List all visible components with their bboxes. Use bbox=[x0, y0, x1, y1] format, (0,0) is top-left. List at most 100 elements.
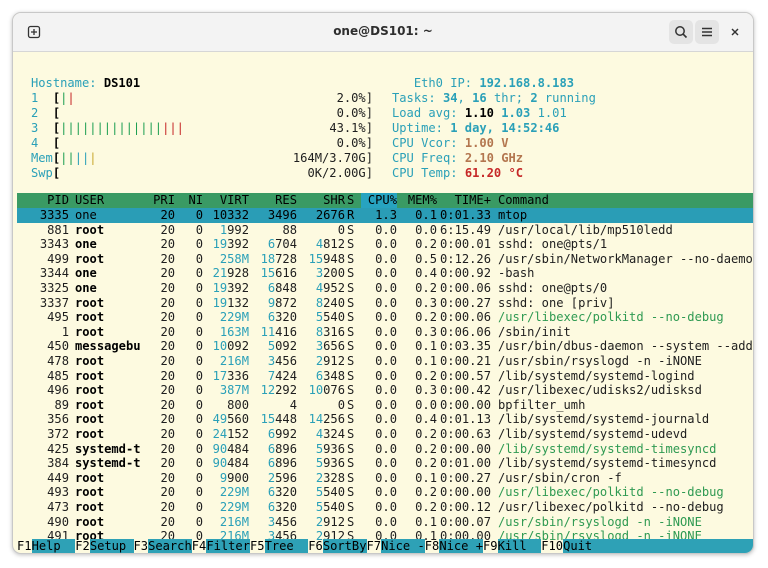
cell-state: S bbox=[347, 485, 355, 500]
cell-user: root bbox=[75, 295, 105, 310]
cell-state: S bbox=[347, 339, 355, 354]
process-row[interactable]: 450 messagebu 20 0 10092 5092 3656 S 0.0 0.1 0:03.… bbox=[17, 339, 753, 354]
column-header-pid: PID bbox=[47, 193, 69, 207]
process-row[interactable]: 490 root 20 0 216M 3456 2912 S 0.0 0.1 0:00.07/usr… bbox=[17, 515, 753, 530]
fkey-f3[interactable]: F3Search bbox=[134, 539, 192, 553]
menu-button[interactable] bbox=[695, 20, 719, 44]
cell-cpu: 0.0 bbox=[375, 295, 397, 310]
cell-ni: 0 bbox=[195, 500, 203, 514]
process-row[interactable]: 3325 one 20 0 19392 6848 4952 S 0.0 0.2 0:00.06 ssh… bbox=[17, 281, 753, 296]
cell-pid: 485 bbox=[47, 368, 69, 383]
cell-ni: 0 bbox=[195, 485, 203, 500]
process-row[interactable]: 384 systemd-t 20 0 90484 6896 5936 S 0.0 0.2 0:01.… bbox=[17, 456, 753, 471]
cell-mem: 0.2 bbox=[415, 281, 437, 295]
cell-state: S bbox=[347, 514, 355, 529]
column-header-pri: PRI bbox=[153, 193, 175, 207]
cell-user: root bbox=[75, 251, 105, 266]
cell-user: one bbox=[75, 237, 97, 252]
cell-pri: 20 bbox=[160, 339, 175, 354]
process-row[interactable]: 356 root 20 0 49560 15448 14256 S 0.0 0.4 0:01.13 /… bbox=[17, 412, 753, 427]
fkey-f9[interactable]: F9Kill bbox=[483, 539, 542, 553]
process-row[interactable]: 3344 one 20 0 21928 15616 3200 S 0.0 0.4 0:00.92 -b… bbox=[17, 266, 753, 281]
process-row[interactable]: 449 root 20 0 9900 2596 2328 S 0.0 0.1 0:00.27/usr… bbox=[17, 471, 753, 486]
fkey-f4[interactable]: F4Filter bbox=[192, 539, 250, 553]
cell-command: /lib/systemd/systemd-timesyncd bbox=[498, 441, 717, 456]
cell-res: 6320 bbox=[267, 485, 297, 500]
process-row[interactable]: 478 root 20 0 216M 3456 2912 S 0.0 0.1 0:00.21/usr… bbox=[17, 354, 753, 369]
fkey-f1[interactable]: F1Help bbox=[17, 539, 76, 553]
cell-cpu: 0.0 bbox=[375, 237, 397, 252]
cell-ni: 0 bbox=[195, 456, 203, 471]
fkey-f7[interactable]: F7Nice - bbox=[367, 539, 425, 553]
cell-pri: 20 bbox=[160, 295, 175, 310]
cell-ni: 0 bbox=[195, 383, 203, 398]
cell-res: 6320 bbox=[267, 310, 297, 325]
cell-pri: 20 bbox=[160, 251, 175, 266]
process-row[interactable]: 499 root 20 0 258M 18728 15948 S 0.0 0.5 0:12.26/u… bbox=[17, 252, 753, 267]
cell-pri: 20 bbox=[160, 281, 175, 295]
cell-time: 0:00.63 bbox=[440, 427, 491, 441]
htop-terminal[interactable]: Hostname: DS101 1 [|| 2.0%] 2 [0.0%] 3 [|… bbox=[17, 52, 753, 553]
fkey-label: Search bbox=[148, 539, 192, 553]
fkey-f8[interactable]: F8Nice + bbox=[425, 539, 483, 553]
process-row[interactable]: 89 root 20 0 800 4 0 S 0.0 0.0 0:00.00 bpfilter_umh bbox=[17, 398, 753, 413]
cell-res: 6992 bbox=[267, 427, 297, 441]
cell-pri: 20 bbox=[160, 500, 175, 514]
cell-time: 0:00.00 bbox=[440, 397, 491, 412]
hostname-line: Hostname: DS101 bbox=[31, 76, 141, 90]
column-header-command: Command bbox=[498, 193, 549, 207]
cell-res: 5092 bbox=[267, 339, 297, 354]
process-row[interactable]: 881 root 20 0 1992 88 0 S 0.0 0.0 6:15.49/usr/loca… bbox=[17, 223, 753, 238]
process-row[interactable]: 372 root 20 0 24152 6992 4324 S 0.0 0.2 0:00.63/li… bbox=[17, 427, 753, 442]
cell-command: -bash bbox=[498, 266, 535, 281]
cell-cpu: 0.0 bbox=[375, 470, 397, 485]
cell-time: 0:00.00 bbox=[440, 485, 491, 500]
process-row[interactable]: 3343 one 20 0 19392 6704 4812 S 0.0 0.2 0:00.01 ssh… bbox=[17, 237, 753, 252]
cell-user: root bbox=[75, 383, 105, 398]
cell-shr: 0 bbox=[337, 222, 345, 237]
process-row[interactable]: 485 root 20 0 17336 7424 6348 S 0.0 0.2 0:00.57/li… bbox=[17, 369, 753, 384]
selected-process-row[interactable]: 3335 one 20 0 10332 3496 2676 R 1.3 0.1 0:01.33 mto… bbox=[17, 208, 753, 223]
cell-res: 6320 bbox=[267, 500, 297, 514]
column-header-cpu: CPU% bbox=[361, 193, 397, 208]
process-row[interactable]: 473 root 20 0 229M 6320 5540 S 0.0 0.2 0:00.12/usr… bbox=[17, 500, 753, 515]
cell-time: 0:00.07 bbox=[440, 514, 491, 529]
hamburger-menu-icon bbox=[702, 27, 712, 37]
cell-pid: 372 bbox=[47, 427, 69, 441]
cell-virt: 216M bbox=[219, 354, 249, 368]
cell-ni: 0 bbox=[195, 397, 203, 412]
process-row[interactable]: 425 systemd-t 20 0 90484 6896 5936 S 0.0 0.2 0:00.… bbox=[17, 442, 753, 457]
cell-shr: 5936 bbox=[315, 441, 345, 456]
cell-state: S bbox=[347, 456, 355, 471]
search-button[interactable] bbox=[669, 20, 693, 44]
process-row[interactable]: 496 root 20 0 387M 12292 10076 S 0.0 0.3 0:00.42/u… bbox=[17, 383, 753, 398]
cell-pid: 425 bbox=[47, 441, 69, 456]
cell-time: 0:00.21 bbox=[440, 354, 491, 368]
fkey-f2[interactable]: F2Setup bbox=[75, 539, 134, 553]
cell-mem: 0.1 bbox=[415, 208, 437, 222]
cell-ni: 0 bbox=[195, 354, 203, 368]
cpu-meter-4: 4 [0.0%] bbox=[31, 136, 373, 150]
fkey-f6[interactable]: F6SortBy bbox=[308, 539, 367, 553]
fkey-f5[interactable]: F5Tree bbox=[250, 539, 309, 553]
fkey-f10[interactable]: F10Quit bbox=[541, 539, 607, 553]
cell-user: root bbox=[75, 397, 105, 412]
process-row[interactable]: 3337 root 20 0 19132 9872 8240 S 0.0 0.3 0:00.27 ss… bbox=[17, 296, 753, 311]
cpu-temp-line: CPU Temp: 61.20 °C bbox=[392, 166, 524, 180]
cell-state: R bbox=[347, 208, 355, 222]
process-row[interactable]: 493 root 20 0 229M 6320 5540 S 0.0 0.2 0:00.00/usr… bbox=[17, 485, 753, 500]
close-icon bbox=[731, 28, 739, 36]
cell-pri: 20 bbox=[160, 266, 175, 281]
close-button[interactable] bbox=[723, 20, 747, 44]
fkey-label: Kill bbox=[497, 539, 542, 553]
cell-ni: 0 bbox=[195, 368, 203, 383]
cell-time: 0:00.27 bbox=[440, 295, 491, 310]
cell-time: 0:01.13 bbox=[440, 412, 491, 427]
cell-user: systemd-t bbox=[75, 456, 141, 471]
process-row[interactable]: 495 root 20 0 229M 6320 5540 S 0.0 0.2 0:00.06/usr… bbox=[17, 310, 753, 325]
fkey-key: F1 bbox=[17, 539, 32, 553]
cpu-freq-line: CPU Freq: 2.10 GHz bbox=[392, 151, 524, 165]
process-row[interactable]: 1 root 20 0 163M 11416 8316 S 0.0 0.3 0:06.06/sbin… bbox=[17, 325, 753, 340]
load-avg-line: Load avg: 1.10 1.03 1.01 bbox=[392, 106, 567, 120]
title-bar: one@DS101: ~ bbox=[13, 13, 753, 52]
